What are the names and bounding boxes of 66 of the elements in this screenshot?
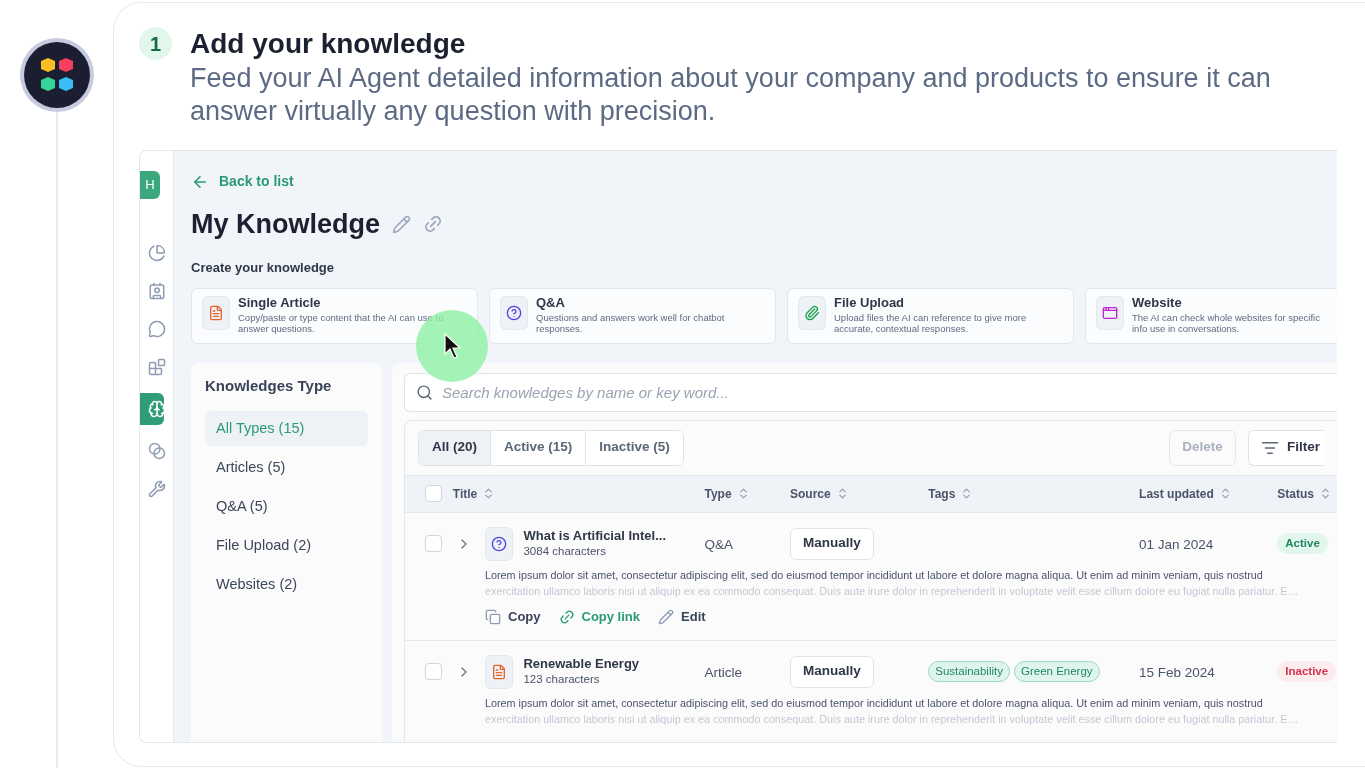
column-header[interactable]: Tags [928, 484, 956, 503]
type-item[interactable]: Articles (5) [205, 450, 368, 485]
card-title: File Upload [834, 294, 906, 311]
type-cell: Q&A [704, 536, 733, 552]
row-description: Lorem ipsum dolor sit amet, consectetur adipiscing elit, sed do eiusmod tempor incididunt ut labore et dolore magna aliqua. Ut enim ad minim veniam, quis nostrud [485, 695, 1264, 711]
tag: Green Energy [1014, 661, 1100, 682]
date-cell: 15 Feb 2024 [1139, 664, 1215, 680]
page-title: My Knowledge [191, 208, 380, 240]
step-number: 1 [139, 27, 172, 60]
row-checkbox[interactable] [425, 535, 442, 552]
column-header[interactable]: Type [704, 484, 732, 503]
paperclip-icon [798, 295, 826, 330]
nav-icon[interactable] [140, 393, 164, 425]
sort-icon[interactable] [1319, 487, 1332, 500]
row-action[interactable]: Edit [658, 606, 706, 627]
type-item[interactable]: File Upload (2) [205, 528, 368, 563]
question-icon [500, 295, 528, 330]
date-cell: 01 Jan 2024 [1139, 536, 1214, 552]
select-all-checkbox[interactable] [425, 485, 442, 502]
tag: Sustainability [928, 661, 1010, 682]
card-description: Questions and answers work well for chatbot responses. [536, 311, 726, 335]
search-field[interactable]: Search knowledges by name or key word... [404, 372, 1337, 412]
copy-icon [485, 608, 501, 625]
create-card[interactable]: Website The AI can check whole websites for specific info use in conversations. [1085, 287, 1337, 344]
cursor-icon [444, 333, 462, 359]
question-icon [484, 526, 513, 561]
document-icon [202, 295, 230, 330]
filter-tab[interactable]: Inactive (5) [586, 430, 683, 465]
card-title: Website [1132, 294, 1183, 311]
column-header[interactable]: Status [1277, 484, 1314, 503]
source-chip: Manually [790, 655, 874, 688]
row-title[interactable]: What is Artificial Intel... [523, 528, 705, 544]
row-action[interactable]: Copy [485, 606, 541, 627]
source-chip: Manually [790, 527, 874, 560]
card-description: Upload files the AI can reference to give more accurate, contextual responses. [834, 311, 1028, 335]
filter-tab[interactable]: All (20) [419, 430, 491, 465]
row-title[interactable]: Renewable Energy [523, 656, 705, 672]
column-header[interactable]: Last updated [1139, 484, 1214, 503]
filter-tab[interactable]: Active (15) [491, 430, 587, 465]
step-title: Add your knowledge [190, 27, 467, 61]
document-icon [484, 654, 513, 689]
edit-icon[interactable] [392, 214, 411, 234]
type-cell: Article [704, 664, 742, 680]
card-title: Q&A [536, 294, 566, 311]
card-title: Single Article [238, 294, 322, 311]
column-header[interactable]: Title [452, 484, 478, 503]
character-count: 3084 characters [523, 544, 607, 559]
search-icon [416, 383, 433, 401]
type-item[interactable]: Q&A (5) [205, 489, 368, 524]
status-badge: Active [1277, 533, 1328, 554]
row-description: Lorem ipsum dolor sit amet, consectetur adipiscing elit, sed do eiusmod tempor incididunt ut labore et dolore magna aliqua. Ut enim ad minim veniam, quis nostrud [485, 567, 1264, 583]
create-card[interactable]: File Upload Upload files the AI can reference to give more accurate, contextual responses. [787, 287, 1074, 344]
panel-heading: Knowledges Type [205, 375, 333, 396]
pencil-icon [658, 608, 674, 625]
column-header[interactable]: Source [790, 484, 831, 503]
card-description: The AI can check whole websites for specific info use in conversations. [1132, 311, 1321, 335]
avatar: H [140, 171, 160, 199]
character-count: 123 characters [523, 672, 601, 687]
browser-icon [1096, 295, 1124, 330]
section-heading: Create your knowledge [191, 259, 335, 277]
filter-button[interactable]: Filter [1248, 429, 1324, 466]
step-description: Feed your AI Agent detailed information about your company and products to ensure it can answer virtually any question with precision. [190, 62, 1272, 128]
type-item[interactable]: Websites (2) [205, 567, 368, 602]
status-badge: Inactive [1277, 661, 1337, 682]
row-checkbox[interactable] [425, 663, 442, 680]
create-card[interactable]: Q&A Questions and answers work well for chatbot responses. [489, 287, 776, 344]
